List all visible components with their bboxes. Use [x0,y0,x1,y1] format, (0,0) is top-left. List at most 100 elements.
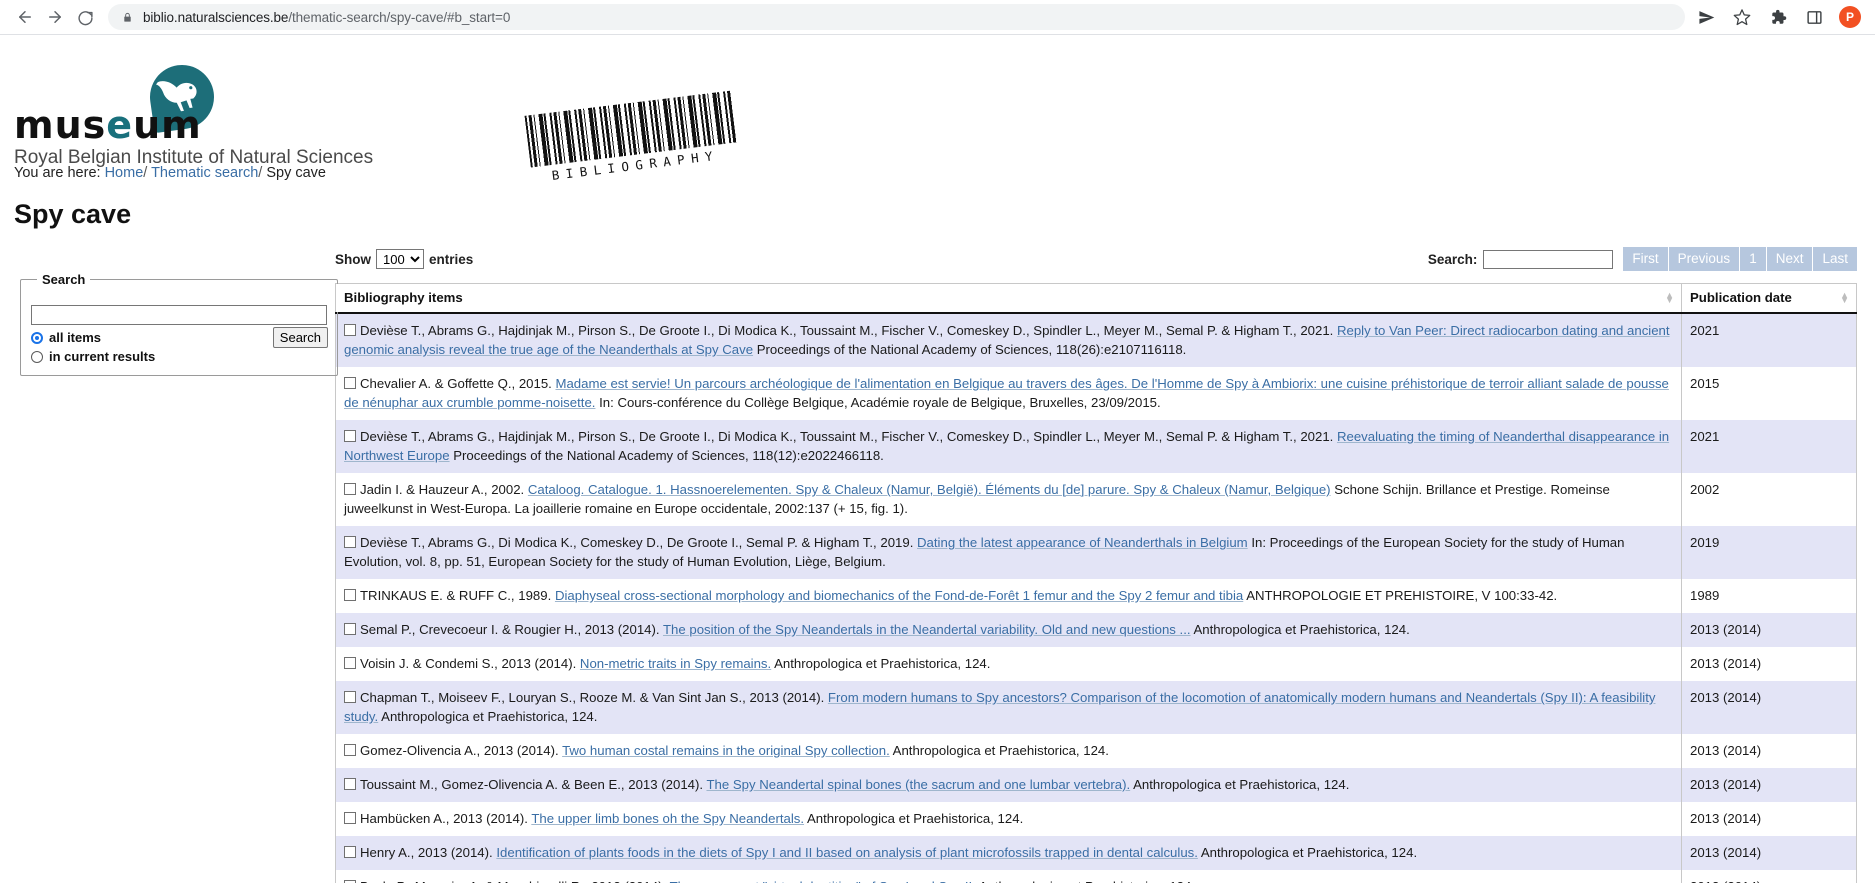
pagination-previous-button[interactable]: Previous [1669,247,1741,271]
table-row[interactable]: Semal P., Crevecoeur I. & Rougier H., 20… [336,613,1857,647]
table-row[interactable]: Jadin I. & Hauzeur A., 2002. Cataloog. C… [336,473,1857,526]
sidebar-panel-icon[interactable] [1803,6,1825,28]
citation-title-link[interactable]: Non-metric traits in Spy remains. [580,656,771,671]
citation-title-link[interactable]: Dating the latest appearance of Neandert… [917,535,1248,550]
show-entries-control: Show 100 entries [335,249,473,269]
publication-date-cell: 2013 (2014) [1682,613,1857,647]
sort-arrows-icon[interactable]: ▲▼ [1665,293,1674,303]
sort-arrows-icon[interactable]: ▲▼ [1840,293,1849,303]
citation-authors: Chapman T., Moiseev F., Louryan S., Rooz… [360,690,828,705]
column-header-label: Bibliography items [344,290,463,305]
row-checkbox[interactable] [344,623,356,635]
address-bar[interactable]: biblio.naturalsciences.be/thematic-searc… [108,4,1685,30]
search-input[interactable] [31,305,327,325]
table-row[interactable]: Toussaint M., Gomez-Olivencia A. & Been … [336,768,1857,802]
citation-authors: Bayle P., Mazurier A. & Macchiarelli R.,… [360,879,670,883]
citation-authors: Toussaint M., Gomez-Olivencia A. & Been … [360,777,706,792]
logo-mark: museum [14,65,414,143]
radio-option-in-current-results[interactable]: in current results [31,348,327,365]
bibliography-results-table: Bibliography items ▲▼ Publication date ▲… [335,283,1857,883]
table-search-input[interactable] [1483,250,1613,269]
pagination-next-button[interactable]: Next [1767,247,1814,271]
table-row[interactable]: Hambücken A., 2013 (2014). The upper lim… [336,802,1857,836]
bibliography-item-cell: Toussaint M., Gomez-Olivencia A. & Been … [336,768,1682,802]
citation-authors: Hambücken A., 2013 (2014). [360,811,531,826]
row-checkbox[interactable] [344,589,356,601]
lock-icon [122,11,133,24]
citation-authors: Gomez-Olivencia A., 2013 (2014). [360,743,562,758]
table-row[interactable]: Gomez-Olivencia A., 2013 (2014). Two hum… [336,734,1857,768]
pagination-last-button[interactable]: Last [1813,247,1857,271]
column-header-bibliography-items[interactable]: Bibliography items ▲▼ [336,284,1682,314]
row-checkbox[interactable] [344,430,356,442]
citation-title-link[interactable]: Diaphyseal cross-sectional morphology an… [555,588,1243,603]
pagination-first-button[interactable]: First [1623,247,1668,271]
table-row[interactable]: Voisin J. & Condemi S., 2013 (2014). Non… [336,647,1857,681]
row-checkbox[interactable] [344,691,356,703]
bookmark-star-icon[interactable] [1731,6,1753,28]
citation-title-link[interactable]: Identification of plants foods in the di… [496,845,1198,860]
citation-title-link[interactable]: Two human costal remains in the original… [562,743,890,758]
page-title: Spy cave [14,199,1875,230]
row-checkbox[interactable] [344,377,356,389]
table-body: Devièse T., Abrams G., Hajdinjak M., Pir… [336,313,1857,883]
bibliography-item-cell: Bayle P., Mazurier A. & Macchiarelli R.,… [336,870,1682,883]
table-row[interactable]: Devièse T., Abrams G., Hajdinjak M., Pir… [336,420,1857,473]
site-logo[interactable]: museum Royal Belgian Institute of Natura… [14,65,414,143]
citation-source: Anthropologica et Praehistorica, 124. [804,811,1023,826]
page-content: museum Royal Belgian Institute of Natura… [0,35,1875,883]
table-row[interactable]: Chevalier A. & Goffette Q., 2015. Madame… [336,367,1857,420]
citation-source: Anthropologica et Praehistorica, 124. [1198,845,1417,860]
avatar[interactable]: P [1839,6,1861,28]
table-row[interactable]: Devièse T., Abrams G., Hajdinjak M., Pir… [336,313,1857,367]
citation-title-link[interactable]: The upper limb bones oh the Spy Neandert… [531,811,804,826]
table-row[interactable]: Bayle P., Mazurier A. & Macchiarelli R.,… [336,870,1857,883]
row-checkbox[interactable] [344,483,356,495]
row-checkbox[interactable] [344,846,356,858]
citation-authors: Devièse T., Abrams G., Di Modica K., Com… [360,535,917,550]
citation-title-link[interactable]: Cataloog. Catalogue. 1. Hassnoerelemente… [528,482,1331,497]
browser-toolbar: biblio.naturalsciences.be/thematic-searc… [0,0,1875,35]
forward-arrow-icon[interactable] [40,2,70,32]
reload-icon[interactable] [70,2,100,32]
citation-title-link[interactable]: The Spy Neandertal spinal bones (the sac… [706,777,1130,792]
back-arrow-icon[interactable] [10,2,40,32]
send-icon[interactable] [1695,6,1717,28]
row-checkbox[interactable] [344,657,356,669]
extensions-puzzle-icon[interactable] [1767,6,1789,28]
publication-date-cell: 2013 (2014) [1682,836,1857,870]
url-path: /thematic-search/spy-cave/#b_start=0 [288,10,510,25]
bibliography-item-cell: Devièse T., Abrams G., Hajdinjak M., Pir… [336,420,1682,473]
column-header-publication-date[interactable]: Publication date ▲▼ [1682,284,1857,314]
citation-authors: Voisin J. & Condemi S., 2013 (2014). [360,656,580,671]
table-row[interactable]: Chapman T., Moiseev F., Louryan S., Rooz… [336,681,1857,734]
radio-label-all-items: all items [49,330,101,345]
table-row[interactable]: TRINKAUS E. & RUFF C., 1989. Diaphyseal … [336,579,1857,613]
row-checkbox[interactable] [344,536,356,548]
publication-date-cell: 2013 (2014) [1682,681,1857,734]
radio-icon-selected[interactable] [31,332,43,344]
row-checkbox[interactable] [344,812,356,824]
radio-icon-unselected[interactable] [31,351,43,363]
publication-date-cell: 2013 (2014) [1682,734,1857,768]
citation-title-link[interactable]: The position of the Spy Neandertals in t… [663,622,1191,637]
citation-title-link[interactable]: The permanent "virtual dentition" of Spy… [670,879,976,883]
bibliography-item-cell: Henry A., 2013 (2014). Identification of… [336,836,1682,870]
citation-source: Anthropologica et Praehistorica, 124. [771,656,990,671]
logo-subtitle: Royal Belgian Institute of Natural Scien… [14,147,373,169]
table-row[interactable]: Devièse T., Abrams G., Di Modica K., Com… [336,526,1857,579]
row-checkbox[interactable] [344,744,356,756]
entries-label: entries [429,252,473,267]
row-checkbox[interactable] [344,324,356,336]
publication-date-cell: 2013 (2014) [1682,647,1857,681]
bibliography-item-cell: Chapman T., Moiseev F., Louryan S., Rooz… [336,681,1682,734]
search-submit-button[interactable]: Search [273,327,328,348]
entries-per-page-select[interactable]: 100 [376,249,424,269]
citation-authors: Chevalier A. & Goffette Q., 2015. [360,376,555,391]
search-panel: Search Search all items in current resul… [20,272,338,376]
search-panel-legend: Search [37,272,90,287]
publication-date-cell: 2021 [1682,420,1857,473]
pagination-page-1-button[interactable]: 1 [1740,247,1767,271]
table-row[interactable]: Henry A., 2013 (2014). Identification of… [336,836,1857,870]
row-checkbox[interactable] [344,778,356,790]
